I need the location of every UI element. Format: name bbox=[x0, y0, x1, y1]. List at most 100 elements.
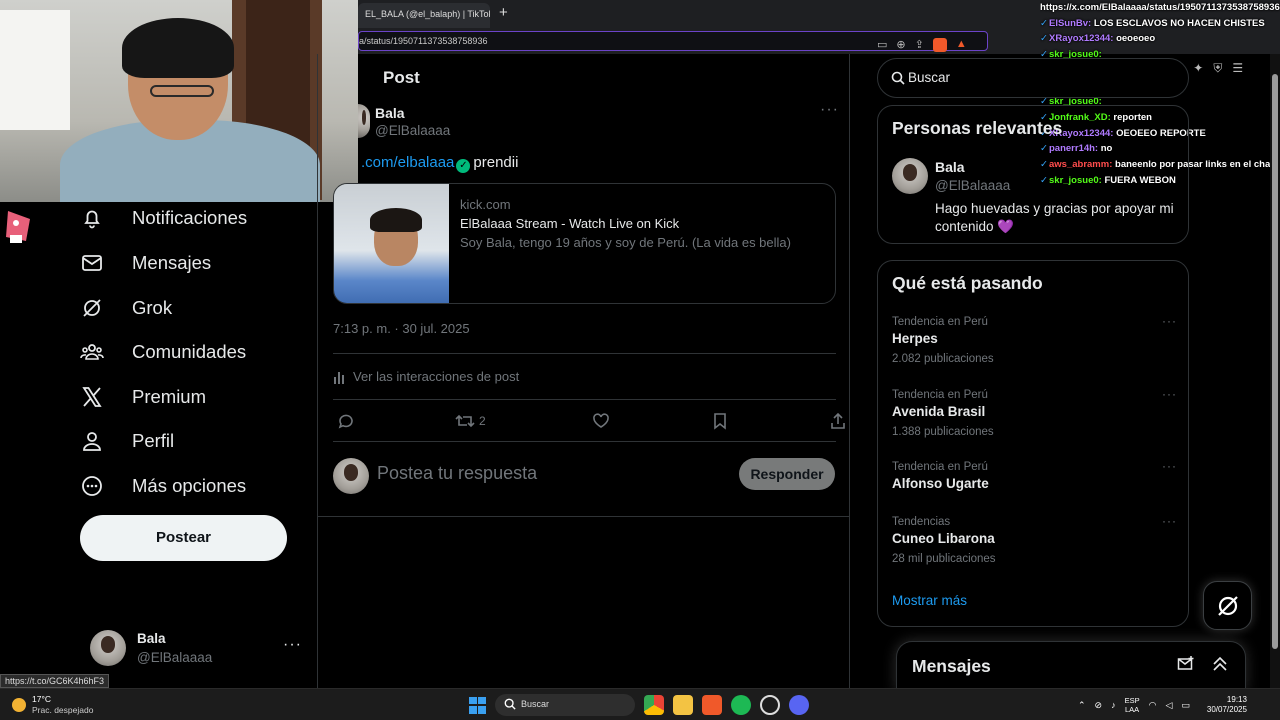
share-button[interactable] bbox=[829, 409, 847, 433]
card-domain: kick.com bbox=[460, 197, 511, 212]
trend-name: Herpes bbox=[892, 331, 938, 346]
trend-more-icon[interactable]: ··· bbox=[1162, 387, 1177, 401]
address-bar[interactable]: a/status/1950711373538758936 ▭ ⊕ ⇪ ▲ bbox=[358, 31, 988, 52]
sidebar-item-mensajes[interactable]: Mensajes bbox=[80, 243, 211, 283]
post-author-name[interactable]: Bala bbox=[375, 105, 405, 121]
trend-item[interactable]: Tendencia en Perú Avenida Brasil 1.388 pub… bbox=[892, 387, 1177, 445]
sidebar-item-perfil[interactable]: Perfil bbox=[80, 421, 174, 461]
reply-button[interactable] bbox=[337, 409, 355, 433]
brave-icon[interactable] bbox=[702, 695, 722, 715]
relevant-avatar[interactable] bbox=[892, 158, 928, 194]
browser-tab[interactable]: EL_BALA (@el_balaph) | TikTok bbox=[358, 3, 490, 28]
post-link[interactable]: .com/elbalaaa bbox=[361, 154, 454, 171]
view-interactions-link[interactable]: Ver las interacciones de post bbox=[333, 369, 519, 384]
windows-taskbar: 17°C Prac. despejado Buscar ⌃ ⊘ ♪ ESP LAA… bbox=[0, 688, 1280, 720]
reader-icon[interactable]: ▭ bbox=[877, 38, 887, 52]
reply-input[interactable]: Postea tu respuesta bbox=[377, 463, 537, 484]
clock-date: 30/07/2025 bbox=[1206, 705, 1247, 714]
divider bbox=[318, 516, 849, 517]
brave-rewards-icon[interactable]: ▲ bbox=[956, 38, 967, 52]
new-tab-button[interactable]: + bbox=[499, 4, 508, 22]
chat-message: ✓ElSunBv: LOS ESCLAVOS NO HACEN CHISTES bbox=[1040, 16, 1280, 32]
trend-meta: Tendencia en Perú bbox=[892, 461, 988, 473]
relevant-name[interactable]: Bala bbox=[935, 159, 965, 175]
sidebar-item-notificaciones[interactable]: Notificaciones bbox=[80, 198, 247, 238]
trend-item[interactable]: Tendencia en Perú Herpes 2.082 publicacion… bbox=[892, 314, 1177, 372]
weather-temp: 17°C bbox=[32, 694, 51, 704]
new-message-icon[interactable] bbox=[1177, 655, 1195, 673]
reply-submit-button[interactable]: Responder bbox=[739, 458, 835, 490]
scrollbar-thumb[interactable] bbox=[1272, 74, 1278, 649]
expand-icon[interactable] bbox=[1211, 655, 1229, 673]
taskbar-search-label: Buscar bbox=[521, 699, 550, 709]
taskbar-search[interactable]: Buscar bbox=[495, 694, 635, 716]
relevant-people-title: Personas relevantes bbox=[892, 118, 1063, 138]
sidebar-item-premium[interactable]: Premium bbox=[80, 377, 206, 417]
language-indicator[interactable]: ESP LAA bbox=[1125, 696, 1140, 714]
post-button[interactable]: Postear bbox=[80, 515, 287, 561]
chrome-icon[interactable] bbox=[644, 695, 664, 715]
chat-badge-icon: ✓ bbox=[1040, 33, 1048, 45]
post-author-avatar[interactable] bbox=[358, 104, 370, 138]
more-circle-icon bbox=[80, 474, 104, 498]
share-icon[interactable]: ⇪ bbox=[915, 38, 924, 52]
chat-text: oeoeoeo bbox=[1116, 33, 1156, 45]
windows-start-icon[interactable] bbox=[469, 696, 486, 714]
clock[interactable]: 19:13 30/07/2025 bbox=[1207, 695, 1247, 715]
sidebar-item-comunidades[interactable]: Comunidades bbox=[80, 332, 246, 372]
discord-icon[interactable] bbox=[789, 695, 809, 715]
post-actions: 2 bbox=[333, 409, 845, 433]
messages-drawer[interactable]: Mensajes bbox=[896, 641, 1246, 691]
link-preview-card[interactable]: kick.com ElBalaaa Stream - Watch Live on… bbox=[333, 183, 836, 304]
account-switcher[interactable]: Bala @ElBalaaaa ··· bbox=[90, 628, 305, 668]
search-icon bbox=[891, 71, 905, 85]
interactions-label: Ver las interacciones de post bbox=[353, 369, 520, 384]
chat-text: https://x.com/ElBalaaaa/status/195071137… bbox=[1040, 2, 1280, 13]
x-logo-icon bbox=[80, 385, 104, 409]
envelope-icon bbox=[80, 251, 104, 275]
trend-item[interactable]: Tendencias Cuneo Libarona 28 mil publicaci… bbox=[892, 514, 1177, 572]
trend-name: Cuneo Libarona bbox=[892, 531, 995, 546]
divider bbox=[333, 353, 836, 354]
sidebar-item-grok[interactable]: Grok bbox=[80, 288, 172, 328]
bookmark-button[interactable] bbox=[712, 409, 728, 433]
account-name: Bala bbox=[137, 631, 166, 646]
search-input[interactable]: Buscar bbox=[877, 58, 1189, 98]
wifi-icon[interactable]: ◠ bbox=[1149, 700, 1157, 711]
reply-avatar bbox=[333, 458, 369, 494]
url-text: a/status/1950711373538758936 bbox=[359, 36, 488, 46]
trend-item[interactable]: Tendencia en Perú Alfonso Ugarte ··· bbox=[892, 459, 1177, 517]
sidebar-item-más-opciones[interactable]: Más opciones bbox=[80, 466, 246, 506]
address-bar-icons: ▭ ⊕ ⇪ ▲ bbox=[877, 38, 967, 52]
tab-title: EL_BALA (@el_balaph) | TikTok bbox=[365, 9, 490, 19]
trends-title: Qué está pasando bbox=[892, 273, 1043, 293]
relevant-bio: Hago huevadas y gracias por apoyar mi co… bbox=[935, 201, 1174, 234]
zoom-icon[interactable]: ⊕ bbox=[896, 38, 905, 52]
trend-more-icon[interactable]: ··· bbox=[1162, 459, 1177, 473]
grok-floating-button[interactable] bbox=[1203, 581, 1252, 630]
like-button[interactable] bbox=[592, 409, 610, 433]
scrollbar[interactable] bbox=[1270, 54, 1280, 688]
post-timestamp[interactable]: 7:13 p. m. · 30 jul. 2025 bbox=[333, 321, 470, 336]
retweet-button[interactable]: 2 bbox=[455, 409, 486, 433]
trend-more-icon[interactable]: ··· bbox=[1162, 314, 1177, 328]
microphone-icon[interactable]: ♪ bbox=[1111, 700, 1116, 710]
spotify-icon[interactable] bbox=[731, 695, 751, 715]
volume-icon[interactable]: ◁ bbox=[1165, 700, 1172, 711]
tray-chevron-icon[interactable]: ⌃ bbox=[1078, 700, 1086, 711]
relevant-handle[interactable]: @ElBalaaaa bbox=[935, 178, 1010, 193]
battery-icon[interactable]: ▭ bbox=[1181, 700, 1190, 711]
brave-shield-icon[interactable] bbox=[932, 38, 947, 52]
show-more-link[interactable]: Mostrar más bbox=[892, 593, 967, 608]
more-icon[interactable]: ··· bbox=[283, 636, 302, 654]
file-explorer-icon[interactable] bbox=[673, 695, 693, 715]
clock-time: 19:13 bbox=[1226, 695, 1247, 704]
trend-more-icon[interactable]: ··· bbox=[1162, 514, 1177, 528]
trend-name: Alfonso Ugarte bbox=[892, 476, 989, 491]
network-off-icon[interactable]: ⊘ bbox=[1095, 700, 1103, 711]
obs-icon[interactable] bbox=[760, 695, 780, 715]
post-more-icon[interactable]: ··· bbox=[820, 101, 839, 119]
sidebar-item-label: Grok bbox=[132, 297, 173, 318]
post-author-handle[interactable]: @ElBalaaaa bbox=[375, 123, 450, 138]
weather-widget[interactable]: 17°C Prac. despejado bbox=[12, 694, 93, 716]
